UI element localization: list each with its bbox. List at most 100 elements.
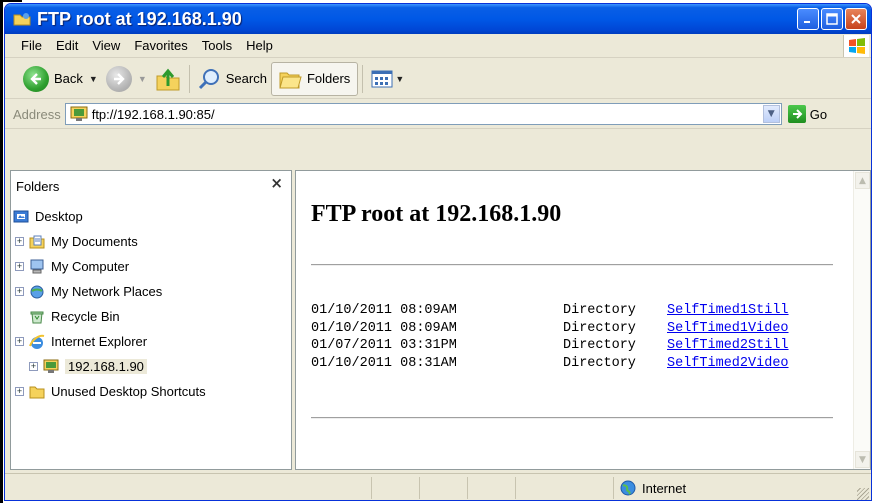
toolbar-separator	[362, 64, 364, 93]
address-value: ftp://192.168.1.90:85/	[91, 106, 215, 122]
menu-help[interactable]: Help	[246, 38, 273, 53]
scroll-down-icon[interactable]: ▼	[855, 451, 870, 468]
tree-item-unused-shortcuts[interactable]: + Unused Desktop Shortcuts	[13, 379, 289, 404]
screen-edge	[0, 0, 3, 503]
tree-item-label: Desktop	[35, 209, 83, 224]
menu-favorites[interactable]: Favorites	[134, 38, 187, 53]
go-label: Go	[809, 106, 828, 122]
expand-icon[interactable]: +	[15, 287, 24, 296]
title-bar[interactable]: FTP root at 192.168.1.90	[5, 4, 871, 34]
entry-type: Directory	[563, 355, 636, 371]
address-input[interactable]: ftp://192.168.1.90:85/ ▼	[64, 103, 782, 125]
directory-listing: 01/10/2011 08:09AM Directory SelfTimed1S…	[311, 302, 789, 372]
expand-icon[interactable]: +	[15, 387, 24, 396]
tree-item-network-places[interactable]: + My Network Places	[13, 279, 289, 304]
forward-dropdown-icon[interactable]: ▼	[138, 74, 147, 84]
listing-row: 01/10/2011 08:31AM Directory SelfTimed2V…	[311, 355, 789, 373]
tree-item-label: 192.168.1.90	[65, 359, 147, 374]
security-zone: Internet	[613, 477, 843, 499]
network-places-icon	[29, 284, 45, 300]
minimize-icon	[804, 21, 810, 23]
listing-row: 01/10/2011 08:09AM Directory SelfTimed1S…	[311, 302, 789, 320]
tree-item-label: My Network Places	[51, 284, 163, 299]
folders-button[interactable]: Folders	[270, 61, 359, 96]
search-label: Search	[225, 71, 267, 86]
views-dropdown-icon[interactable]: ▼	[395, 74, 404, 84]
expand-icon[interactable]: +	[15, 262, 24, 271]
page-heading: FTP root at 192.168.1.90	[311, 201, 562, 227]
window-title: FTP root at 192.168.1.90	[37, 8, 242, 29]
ftp-folder-icon	[13, 12, 31, 26]
minimize-button[interactable]	[797, 8, 819, 30]
entry-date: 01/10/2011 08:09AM	[311, 303, 457, 318]
directory-link[interactable]: SelfTimed2Video	[667, 355, 789, 373]
expand-icon[interactable]: +	[29, 362, 38, 371]
directory-link[interactable]: SelfTimed2Still	[667, 337, 789, 355]
internet-explorer-icon	[29, 334, 45, 350]
expand-icon[interactable]: +	[15, 237, 24, 246]
ftp-server-icon	[70, 106, 88, 121]
tree-item-ftp-server[interactable]: + 192.168.1.90	[13, 354, 289, 379]
tree-item-desktop[interactable]: Desktop	[13, 204, 289, 229]
globe-icon	[620, 480, 636, 496]
entry-type: Directory	[563, 303, 636, 318]
screen-edge-top	[0, 0, 22, 2]
address-dropdown-icon[interactable]: ▼	[762, 105, 780, 123]
entry-date: 01/10/2011 08:31AM	[311, 355, 457, 371]
back-button[interactable]: Back ▼	[19, 62, 102, 96]
folders-pane-title: Folders	[16, 179, 60, 194]
scroll-up-icon[interactable]: ▲	[855, 172, 870, 189]
toolbar-separator	[188, 64, 190, 93]
top-divider	[311, 264, 833, 266]
folders-label: Folders	[306, 71, 351, 86]
close-button[interactable]	[845, 8, 867, 30]
back-label: Back	[54, 71, 83, 86]
expand-icon[interactable]: +	[15, 337, 24, 346]
go-button[interactable]: Go	[787, 105, 828, 123]
resize-grip-icon[interactable]	[857, 488, 869, 500]
maximize-button[interactable]	[821, 8, 843, 30]
views-icon	[371, 70, 393, 87]
tree-item-my-computer[interactable]: + My Computer	[13, 254, 289, 279]
entry-type: Directory	[563, 338, 636, 353]
entry-date: 01/07/2011 03:31PM	[311, 338, 457, 353]
search-button[interactable]: Search	[194, 62, 271, 96]
directory-link[interactable]: SelfTimed1Still	[667, 302, 789, 320]
views-button[interactable]: ▼	[367, 62, 408, 96]
entry-type: Directory	[563, 320, 636, 336]
directory-link[interactable]: SelfTimed1Video	[667, 320, 789, 338]
folder-tree: Desktop + My Documents + My Computer + M…	[13, 204, 289, 404]
vertical-scrollbar[interactable]: ▲ ▼	[853, 171, 870, 469]
my-computer-icon	[29, 259, 45, 275]
forward-button[interactable]: ▼	[102, 62, 151, 96]
zone-label: Internet	[642, 480, 687, 496]
tree-item-recycle-bin[interactable]: Recycle Bin	[13, 304, 289, 329]
up-folder-icon	[156, 68, 180, 90]
status-segment	[371, 477, 419, 499]
status-segment	[419, 477, 467, 499]
windows-logo-icon	[843, 35, 869, 57]
back-dropdown-icon[interactable]: ▼	[89, 74, 98, 84]
address-bar: Address ftp://192.168.1.90:85/ ▼ Go	[5, 100, 871, 129]
tree-item-label: My Computer	[51, 259, 130, 274]
tree-item-my-documents[interactable]: + My Documents	[13, 229, 289, 254]
back-arrow-icon	[23, 65, 49, 92]
entry-date: 01/10/2011 08:09AM	[311, 320, 457, 336]
up-folder-button[interactable]	[151, 62, 185, 96]
menu-file[interactable]: File	[21, 38, 42, 53]
listing-row: 01/10/2011 08:09AM Directory SelfTimed1V…	[311, 320, 789, 338]
tree-item-label: Internet Explorer	[51, 334, 148, 349]
menu-edit[interactable]: Edit	[56, 38, 78, 53]
close-pane-icon[interactable]: ×	[270, 174, 283, 192]
tree-item-label: Unused Desktop Shortcuts	[51, 384, 206, 399]
folders-icon	[279, 72, 302, 88]
menu-view[interactable]: View	[92, 38, 120, 53]
desktop-icon	[13, 209, 29, 225]
folders-pane-header: Folders ×	[10, 170, 292, 198]
close-icon	[851, 14, 861, 24]
menu-tools[interactable]: Tools	[202, 38, 232, 53]
tree-item-internet-explorer[interactable]: + Internet Explorer	[13, 329, 289, 354]
forward-arrow-icon	[105, 65, 132, 92]
tree-item-label: Recycle Bin	[51, 309, 120, 324]
menu-bar: File Edit View Favorites Tools Help	[5, 34, 871, 58]
